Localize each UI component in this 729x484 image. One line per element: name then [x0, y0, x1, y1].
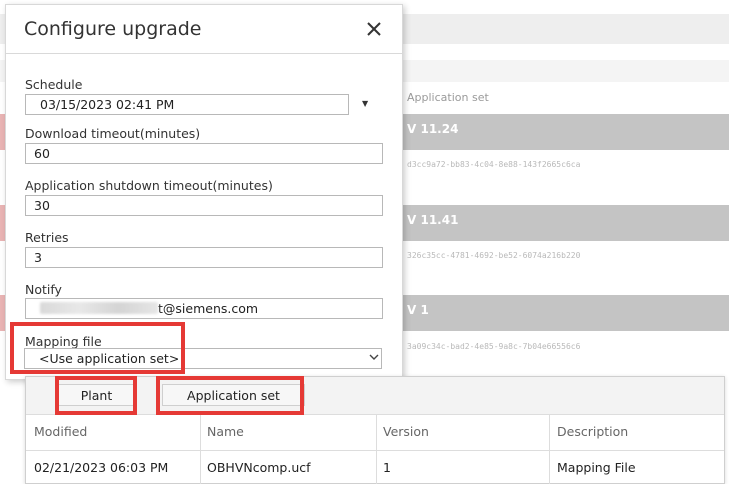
download-timeout-label: Download timeout(minutes) [25, 126, 201, 141]
mapping-grid-header: Modified Name Version Description [26, 415, 724, 451]
notify-label: Notify [25, 282, 62, 297]
schedule-label: Schedule [25, 77, 83, 92]
highlight-plant [55, 376, 137, 415]
background-column-header: Application set [407, 91, 489, 104]
column-modified[interactable]: Modified [34, 424, 87, 439]
retries-field[interactable]: 3 [25, 247, 383, 268]
row-description: Mapping File [557, 460, 636, 475]
shutdown-timeout-label: Application shutdown timeout(minutes) [25, 178, 273, 193]
background-guid-3: 3a09c34c-bad2-4e85-9a8c-7b04e66556c6 [407, 342, 581, 351]
background-band-1[interactable]: V 11.24 [400, 114, 729, 150]
table-row[interactable]: 02/21/2023 06:03 PM OBHVNcomp.ucf 1 Mapp… [26, 451, 724, 484]
dialog-title: Configure upgrade [24, 18, 202, 40]
highlight-application-set [156, 376, 304, 415]
row-modified: 02/21/2023 06:03 PM [34, 460, 169, 475]
background-band-3[interactable]: V 1 [400, 295, 729, 331]
dialog-header: Configure upgrade [6, 5, 402, 54]
background-band-2[interactable]: V 11.41 [400, 205, 729, 241]
schedule-dropdown-icon[interactable]: ▼ [362, 99, 368, 108]
background-guid-1: d3cc9a72-bb83-4c04-8e88-143f2665c6ca [407, 160, 581, 169]
row-name: OBHVNcomp.ucf [207, 460, 311, 475]
notify-field[interactable]: t@siemens.com [25, 298, 383, 319]
highlight-mapping-file [10, 322, 185, 374]
column-description[interactable]: Description [557, 424, 628, 439]
chevron-down-icon [369, 354, 379, 360]
row-version: 1 [383, 460, 391, 475]
column-name[interactable]: Name [207, 424, 244, 439]
column-version[interactable]: Version [383, 424, 429, 439]
background-guid-2: 326c35cc-4781-4692-be52-6074a216b220 [407, 251, 581, 260]
close-icon[interactable] [364, 19, 384, 39]
schedule-field[interactable]: 03/15/2023 02:41 PM [25, 94, 349, 115]
notify-value: t@siemens.com [158, 301, 259, 316]
redacted-email-prefix [40, 302, 158, 314]
retries-label: Retries [25, 230, 69, 245]
download-timeout-field[interactable]: 60 [25, 143, 383, 164]
shutdown-timeout-field[interactable]: 30 [25, 195, 383, 216]
